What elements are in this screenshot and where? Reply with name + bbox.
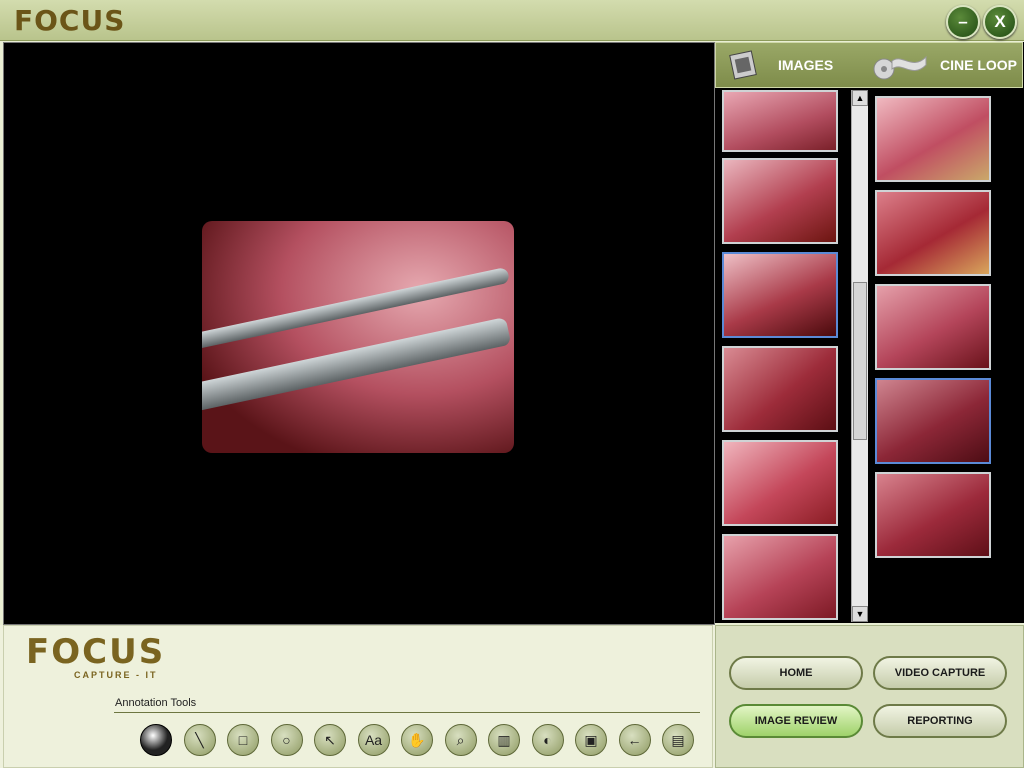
text-tool-icon[interactable]: Aa <box>357 724 390 756</box>
thumbnail-column <box>722 90 842 622</box>
main-endoscopy-image[interactable] <box>202 221 514 453</box>
thumbnail-column <box>875 96 995 628</box>
thumbnail-scrollbar[interactable]: ▲ ▼ <box>851 90 868 622</box>
thumbnail[interactable] <box>722 440 838 526</box>
annotation-panel: FOCUS CAPTURE - IT Annotation Tools ╲ □ ○ ↖… <box>3 625 713 768</box>
thumbnail[interactable] <box>722 158 838 244</box>
focus-capture-logo: FOCUS CAPTURE - IT <box>26 632 166 684</box>
image-viewer[interactable] <box>3 42 715 625</box>
cine-reel-icon <box>873 55 927 80</box>
logo-text: FOCUS <box>26 632 166 672</box>
thumbnail[interactable] <box>875 96 991 182</box>
line-tool-icon[interactable]: ╲ <box>183 724 216 756</box>
minimize-icon: – <box>958 12 968 31</box>
thumbnail[interactable] <box>722 534 838 620</box>
thumbnail-selected[interactable] <box>722 252 838 338</box>
measure-tool-icon[interactable]: ▥ <box>488 724 520 756</box>
app-logo: FOCUS <box>14 4 126 37</box>
circle-tool-icon[interactable]: ○ <box>270 724 303 756</box>
thumbnail[interactable] <box>722 90 838 152</box>
video-capture-button[interactable]: VIDEO CAPTURE <box>873 656 1007 690</box>
thumbnail[interactable] <box>875 190 991 276</box>
thumbnail-panel: IMAGES CINE LOOP ▲ ▼ <box>715 42 1024 623</box>
crop-tool-icon[interactable]: ▣ <box>575 724 607 756</box>
undo-back-icon[interactable]: ← <box>618 724 651 756</box>
film-icon <box>729 50 757 80</box>
select-tool-icon[interactable] <box>140 724 172 756</box>
title-bar: FOCUS – X <box>0 0 1024 41</box>
thumbnail[interactable] <box>875 284 991 370</box>
close-icon: X <box>994 12 1006 31</box>
thumbnail[interactable] <box>722 346 838 432</box>
rectangle-tool-icon[interactable]: □ <box>227 724 259 756</box>
minimize-button[interactable]: – <box>946 5 980 39</box>
close-button[interactable]: X <box>983 5 1017 39</box>
home-button[interactable]: HOME <box>729 656 863 690</box>
thumbnail-selected[interactable] <box>875 378 991 464</box>
navigation-panel: HOME VIDEO CAPTURE IMAGE REVIEW REPORTIN… <box>715 625 1024 768</box>
annotation-tools-label: Annotation Tools <box>115 697 197 709</box>
image-review-button[interactable]: IMAGE REVIEW <box>729 704 863 738</box>
tab-cine-loop[interactable]: CINE LOOP <box>940 43 1017 87</box>
reporting-button[interactable]: REPORTING <box>873 704 1007 738</box>
thumbnail[interactable] <box>875 472 991 558</box>
contrast-tool-icon[interactable]: ◐ <box>531 724 564 756</box>
bottom-panel: FOCUS CAPTURE - IT Annotation Tools ╲ □ ○ ↖… <box>0 625 1024 768</box>
scroll-down-icon[interactable]: ▼ <box>852 606 868 622</box>
media-tabs: IMAGES CINE LOOP <box>715 42 1023 88</box>
zoom-tool-icon[interactable]: ⌕ <box>444 724 477 756</box>
logo-subtitle: CAPTURE - IT <box>74 670 158 680</box>
divider <box>114 712 700 713</box>
arrow-tool-icon[interactable]: ↖ <box>314 724 346 756</box>
scroll-up-icon[interactable]: ▲ <box>852 90 868 106</box>
scroll-thumb[interactable] <box>853 282 867 440</box>
hand-pan-icon[interactable]: ✋ <box>401 724 433 756</box>
tab-images[interactable]: IMAGES <box>778 43 833 87</box>
save-disk-icon[interactable]: ▤ <box>662 724 694 756</box>
